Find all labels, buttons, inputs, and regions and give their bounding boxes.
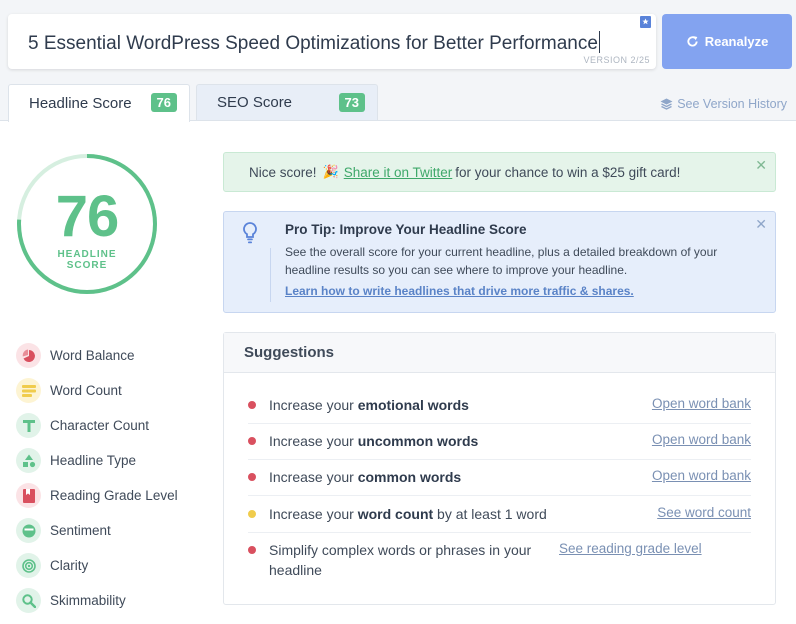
metric-word-count[interactable]: Word Count	[16, 378, 122, 403]
suggestions-title: Suggestions	[224, 333, 775, 373]
version-history-label: See Version History	[677, 97, 787, 111]
metric-word-balance[interactable]: Word Balance	[16, 343, 135, 368]
suggestion-item: Increase your word count by at least 1 w…	[248, 504, 751, 524]
tab-score-badge: 73	[338, 93, 365, 112]
bookmark-icon[interactable]	[640, 16, 651, 28]
text-caret	[598, 31, 600, 53]
status-dot	[248, 437, 256, 445]
score-gauge: 76 HEADLINE SCORE	[16, 153, 158, 295]
headline-input[interactable]: 5 Essential WordPress Speed Optimization…	[8, 14, 656, 69]
letter-t-icon	[16, 413, 41, 438]
shapes-icon	[16, 448, 41, 473]
metric-skimmability[interactable]: Skimmability	[16, 588, 126, 613]
headline-text: 5 Essential WordPress Speed Optimization…	[28, 33, 598, 54]
lines-icon	[16, 378, 41, 403]
metric-label: Reading Grade Level	[50, 488, 178, 503]
metric-label: Word Count	[50, 383, 122, 398]
status-dot	[248, 401, 256, 409]
divider	[248, 459, 751, 460]
reanalyze-label: Reanalyze	[704, 34, 769, 49]
tab-headline-score[interactable]: Headline Score 76	[8, 84, 190, 122]
status-dot	[248, 546, 256, 554]
metric-character-count[interactable]: Character Count	[16, 413, 149, 438]
status-dot	[248, 473, 256, 481]
metric-label: Word Balance	[50, 348, 135, 363]
suggestion-item: Simplify complex words or phrases in you…	[248, 540, 751, 580]
metric-sentiment[interactable]: Sentiment	[16, 518, 111, 543]
score-label: HEADLINE SCORE	[57, 249, 117, 271]
suggestion-item: Increase your emotional words Open word …	[248, 395, 751, 415]
see-reading-grade-link[interactable]: See reading grade level	[559, 541, 702, 556]
tab-seo-score[interactable]: SEO Score 73	[196, 84, 378, 120]
status-dot	[248, 510, 256, 518]
layers-icon	[660, 98, 673, 110]
reanalyze-button[interactable]: Reanalyze	[662, 14, 792, 69]
tip-body: See the overall score for your current h…	[285, 245, 718, 277]
metric-reading-grade-level[interactable]: Reading Grade Level	[16, 483, 178, 508]
alert-text-before: Nice score!	[249, 164, 317, 180]
metric-label: Headline Type	[50, 453, 137, 468]
version-label: VERSION 2/25	[583, 55, 650, 65]
lightbulb-icon	[243, 222, 257, 244]
magnifier-icon	[16, 588, 41, 613]
suggestion-item: Increase your uncommon words Open word b…	[248, 431, 751, 451]
close-icon[interactable]: ✕	[755, 216, 767, 233]
tip-divider	[270, 248, 271, 302]
divider	[248, 532, 751, 533]
share-twitter-link[interactable]: Share it on Twitter	[344, 165, 453, 180]
party-icon: 🎉	[322, 164, 339, 179]
tip-title: Pro Tip: Improve Your Headline Score	[285, 222, 527, 237]
open-word-bank-link[interactable]: Open word bank	[652, 396, 751, 411]
see-word-count-link[interactable]: See word count	[657, 505, 751, 520]
suggestions-panel: Suggestions Increase your emotional word…	[223, 332, 776, 605]
close-icon[interactable]: ✕	[755, 157, 767, 174]
main-panel: 76 HEADLINE SCORE Word Balance Word Coun…	[0, 120, 796, 624]
metric-label: Skimmability	[50, 593, 126, 608]
pro-tip-alert: Pro Tip: Improve Your Headline Score See…	[223, 211, 776, 313]
metric-label: Clarity	[50, 558, 89, 573]
metric-label: Sentiment	[50, 523, 111, 538]
score-value: 76	[55, 184, 120, 249]
metric-clarity[interactable]: Clarity	[16, 553, 88, 578]
tab-score-badge: 76	[150, 93, 177, 112]
refresh-icon	[687, 36, 698, 47]
smile-icon	[16, 518, 41, 543]
divider	[248, 495, 751, 496]
tab-label: Headline Score	[29, 95, 132, 112]
top-bar: 5 Essential WordPress Speed Optimization…	[0, 0, 796, 84]
alert-text-after: for your chance to win a $25 gift card!	[455, 164, 681, 180]
target-icon	[16, 553, 41, 578]
book-icon	[16, 483, 41, 508]
share-alert: Nice score! 🎉 Share it on Twitter for yo…	[223, 152, 776, 192]
metric-label: Character Count	[50, 418, 150, 433]
metric-headline-type[interactable]: Headline Type	[16, 448, 136, 473]
divider	[248, 423, 751, 424]
pie-chart-icon	[16, 343, 41, 368]
open-word-bank-link[interactable]: Open word bank	[652, 468, 751, 483]
suggestion-item: Increase your common words Open word ban…	[248, 467, 751, 487]
headline-guide-link[interactable]: Learn how to write headlines that drive …	[285, 284, 634, 298]
tab-label: SEO Score	[217, 94, 293, 111]
version-history-link[interactable]: See Version History	[660, 97, 787, 111]
open-word-bank-link[interactable]: Open word bank	[652, 432, 751, 447]
